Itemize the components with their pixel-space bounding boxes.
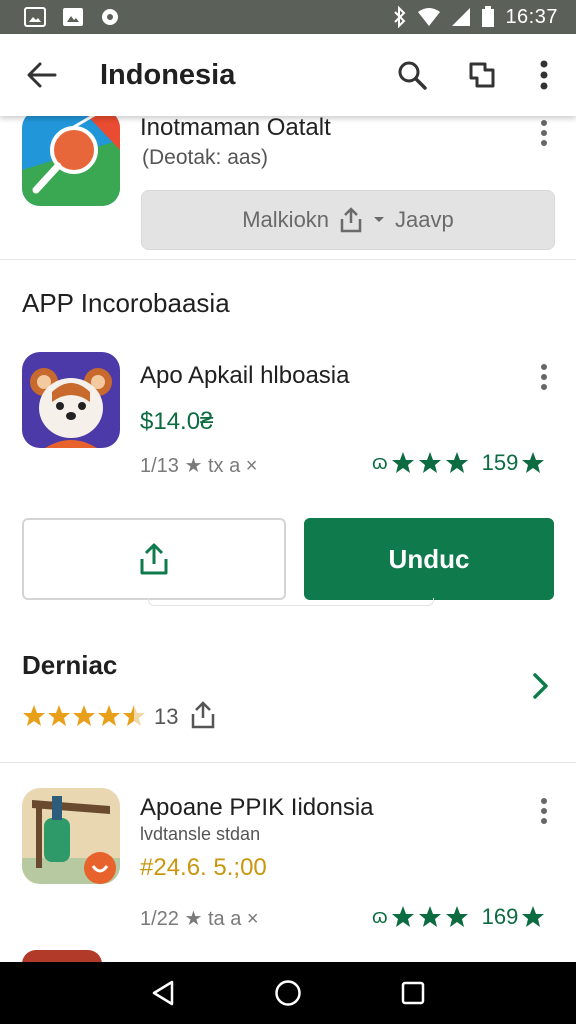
section-title: APP Incorobaasia	[22, 288, 230, 318]
app-bar: Indonesia	[0, 34, 576, 116]
second-app-icon	[22, 788, 120, 884]
divider	[0, 762, 576, 763]
top-app-action-label-2: Jaavp	[395, 207, 454, 232]
nav-recents-button[interactable]	[391, 971, 435, 1015]
star-icon	[98, 705, 120, 726]
star-icon	[391, 906, 414, 927]
chevron-right-icon[interactable]	[532, 672, 550, 700]
status-time: 16:37	[505, 5, 558, 28]
rating-count: 159	[481, 450, 519, 475]
rating-prefix: ɷ	[372, 451, 388, 474]
top-app-name: Inotmaman Oatalt	[140, 114, 331, 141]
nav-back-button[interactable]	[141, 971, 185, 1015]
star-icon	[418, 906, 441, 927]
top-app-more-button[interactable]	[532, 116, 556, 150]
featured-app-more-button[interactable]	[532, 360, 556, 394]
star-icon	[418, 452, 441, 473]
star-icon	[23, 705, 45, 726]
bluetooth-icon	[394, 6, 406, 28]
page-title: Indonesia	[100, 58, 236, 91]
search-icon	[398, 61, 427, 90]
screen: 16:37 Indonesia Inotmaman Oatalt (Deotak…	[0, 0, 576, 1024]
more-options-button[interactable]	[532, 55, 556, 95]
share-button-outline[interactable]	[22, 518, 286, 600]
share-icon	[140, 543, 168, 575]
second-app-price: #24.6. 5.;00	[140, 854, 267, 881]
more-vert-icon	[540, 60, 548, 90]
featured-app-rating: ɷ 159	[372, 450, 545, 476]
star-icon	[48, 705, 70, 726]
featured-app-name: Apo Apkail hlboasia	[140, 362, 350, 389]
record-notification-icon	[102, 9, 118, 25]
photo-notification-icon	[63, 8, 83, 26]
back-triangle-icon	[152, 980, 173, 1006]
back-button[interactable]	[20, 53, 64, 97]
top-app-action-button[interactable]: Malkiokn Jaavp	[141, 190, 555, 250]
battery-icon	[482, 6, 495, 27]
status-bar: 16:37	[0, 0, 576, 34]
second-app-name: Apoane PPIK Iidonsia	[140, 794, 374, 821]
star-icon	[522, 906, 545, 927]
system-nav-bar	[0, 962, 576, 1024]
second-app-meta: 1/22 ★ ta a ×	[140, 908, 259, 930]
reviews-count: 13	[154, 704, 179, 729]
share-icon	[469, 62, 495, 88]
second-app-rating: ɷ 169	[372, 904, 545, 930]
star-half-icon	[123, 705, 145, 726]
home-circle-icon	[275, 980, 301, 1006]
signal-icon	[452, 8, 471, 26]
top-app-action-label: Malkiokn	[242, 207, 330, 232]
arrow-left-icon	[27, 62, 57, 88]
install-button[interactable]: Unduc	[304, 518, 554, 600]
recents-square-icon	[402, 981, 425, 1005]
featured-app-icon	[22, 352, 120, 448]
rating-count: 169	[481, 904, 519, 929]
top-app-card[interactable]: Inotmaman Oatalt (Deotak: aas) Malkiokn …	[0, 110, 576, 260]
wifi-icon	[418, 8, 441, 26]
star-icon	[445, 452, 468, 473]
button-shadow-line	[148, 598, 434, 606]
star-icon	[445, 906, 468, 927]
second-app-more-button[interactable]	[532, 794, 556, 828]
chevron-down-icon	[374, 217, 385, 222]
search-button[interactable]	[392, 55, 432, 95]
top-app-icon	[22, 110, 120, 206]
image-notification-icon	[24, 7, 46, 27]
rating-prefix: ɷ	[372, 905, 388, 928]
top-app-subtitle: (Deotak: aas)	[142, 146, 269, 169]
second-app-subtitle: lvdtansle stdan	[140, 824, 261, 844]
star-icon	[522, 452, 545, 473]
share-icon	[340, 207, 362, 233]
featured-app-price: $14.0₴	[140, 408, 214, 435]
share-button[interactable]	[462, 55, 502, 95]
share-icon	[191, 701, 215, 729]
star-icon	[73, 705, 95, 726]
star-icon	[391, 452, 414, 473]
featured-app-meta: 1/13 ★ tx a ×	[140, 455, 258, 477]
reviews-title: Derniac	[22, 650, 118, 680]
nav-home-button[interactable]	[266, 971, 310, 1015]
reviews-stars	[22, 704, 146, 728]
